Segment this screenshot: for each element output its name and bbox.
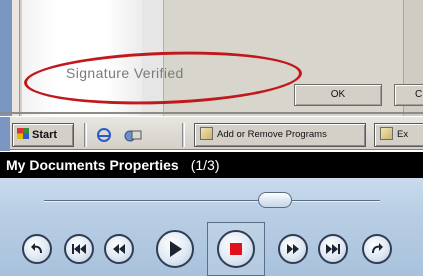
task-explorer[interactable]: Ex <box>374 123 423 147</box>
outlook-icon[interactable] <box>124 127 142 143</box>
skip-back-icon[interactable] <box>64 234 94 264</box>
redo-icon[interactable] <box>362 234 392 264</box>
taskbar: Start Add or Remove Programs Ex <box>0 116 423 151</box>
rewind-icon[interactable] <box>104 234 134 264</box>
window-frame-left <box>0 0 12 120</box>
window-title-bar: My Documents Properties (1/3) <box>0 152 423 178</box>
windows-logo-icon <box>17 128 29 139</box>
fast-forward-icon[interactable] <box>278 234 308 264</box>
undo-icon[interactable] <box>22 234 52 264</box>
seek-bar[interactable] <box>44 200 380 202</box>
verification-dialog: Signature Verified OK C <box>0 0 423 120</box>
control-panel-icon <box>200 127 213 140</box>
play-icon[interactable] <box>156 230 194 268</box>
taskbar-separator <box>182 123 185 147</box>
media-player-controls <box>0 178 423 276</box>
skip-forward-icon[interactable] <box>318 234 348 264</box>
ie-icon[interactable] <box>96 127 112 143</box>
slide-counter: (1/3) <box>190 157 220 173</box>
dialog-divider <box>0 112 423 114</box>
task-add-remove-programs[interactable]: Add or Remove Programs <box>194 123 366 147</box>
start-button[interactable]: Start <box>12 123 74 147</box>
task-label: Add or Remove Programs <box>217 129 327 140</box>
folder-icon <box>380 127 393 140</box>
ok-button[interactable]: OK <box>294 84 382 106</box>
stop-icon[interactable] <box>217 230 255 268</box>
taskbar-separator <box>84 123 87 147</box>
seek-thumb[interactable] <box>258 192 292 208</box>
task-label: Ex <box>397 129 409 140</box>
window-frame-inner <box>12 0 20 120</box>
taskbar-left-frame <box>0 117 10 151</box>
second-dialog-button[interactable]: C <box>394 84 423 106</box>
start-label: Start <box>32 129 58 141</box>
window-title: My Documents Properties <box>6 157 179 173</box>
